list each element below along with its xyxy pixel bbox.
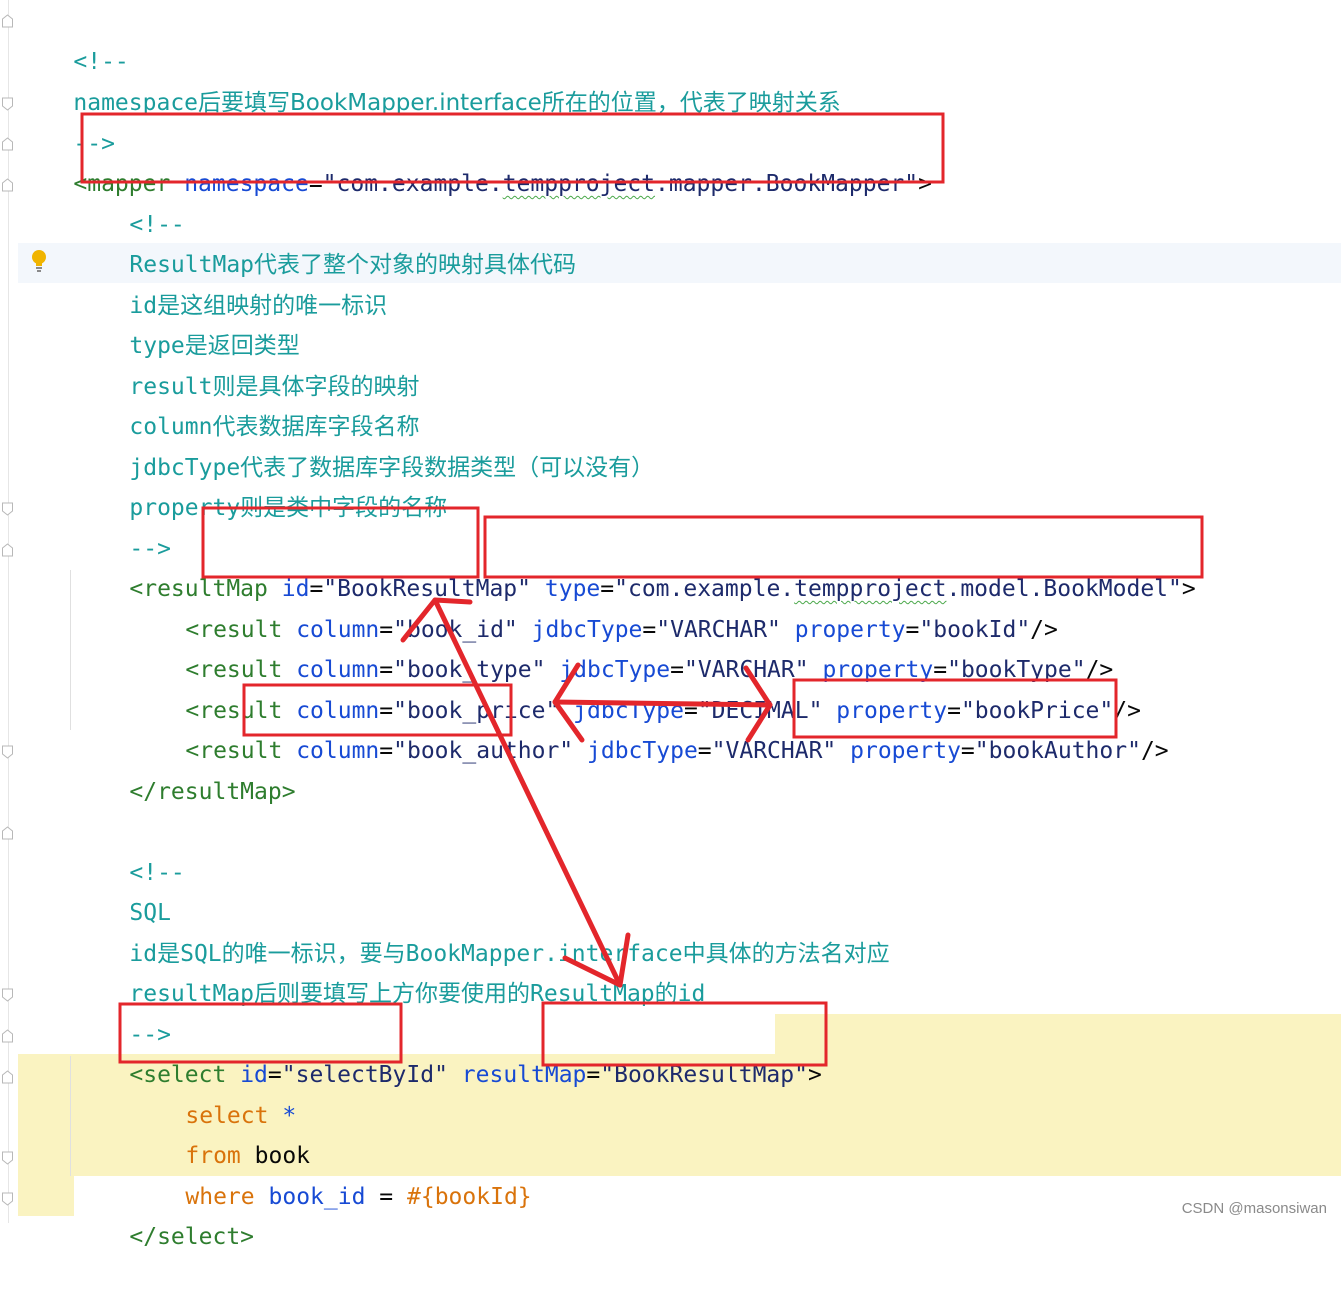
equals-sign: = [697, 738, 712, 764]
resultmap-value: "BookResultMap" [600, 1062, 808, 1088]
code-line[interactable]: from book [130, 1096, 310, 1169]
comment-text: 则是类中字段的名称 [240, 495, 448, 521]
fold-open-icon[interactable] [1, 178, 14, 192]
code-line[interactable]: resultMap后则要填写上方你要使用的ResultMap的id [74, 934, 705, 1007]
comment-word: id [677, 981, 706, 1007]
equals-sign: = [379, 738, 394, 764]
lightbulb-icon[interactable] [30, 249, 48, 273]
namespace-value-suffix: .mapper.BookMapper" [655, 171, 919, 197]
code-line[interactable]: ResultMap代表了整个对象的映射具体代码 [74, 205, 576, 278]
tag-close: > [807, 1062, 822, 1088]
code-line[interactable]: <result column="book_author" jdbcType="V… [130, 691, 1168, 764]
sql-column: book_id [268, 1184, 366, 1210]
jdbc-attr: jdbcType [587, 738, 698, 764]
fold-open-icon[interactable] [1, 1070, 14, 1084]
indent-guide [70, 570, 71, 730]
select-close-tag: </select> [129, 1224, 255, 1250]
comment-text: 的 [654, 981, 678, 1007]
text-selection [775, 1014, 1341, 1054]
code-line[interactable]: namespace后要填写BookMapper.interface所在的位置，代… [18, 43, 840, 116]
text-selection [18, 1176, 74, 1216]
indent-guide [70, 1056, 71, 1176]
column-attr: column [296, 738, 380, 764]
code-line[interactable]: <resultMap id="BookResultMap" type="com.… [74, 529, 1195, 602]
property-attr: property [850, 738, 961, 764]
code-line[interactable]: <result column="book_price" jdbcType="DE… [130, 651, 1141, 724]
namespace-value-squiggle: tempproject [502, 171, 656, 197]
sql-operator: = [379, 1184, 394, 1210]
code-line[interactable]: <result column="book_type" jdbcType="VAR… [130, 610, 1113, 683]
comment-text: 后要填写BookMapper.interface所在的位置，代表了映射关系 [198, 90, 841, 116]
fold-open-icon[interactable] [1, 137, 14, 151]
tag-close: > [918, 171, 932, 197]
comment-text: 中具体的方法名对应 [682, 941, 890, 967]
jdbc-value: "VARCHAR" [711, 738, 837, 764]
code-line[interactable]: <!-- [18, 2, 128, 75]
tag-close: > [1181, 576, 1196, 602]
fold-close-icon[interactable] [1, 502, 14, 516]
tag-close: /> [1140, 738, 1169, 764]
code-line[interactable]: --> [18, 84, 115, 157]
fold-close-icon[interactable] [1, 988, 14, 1002]
namespace-value-prefix: "com.example. [322, 171, 503, 197]
code-line[interactable]: <result column="book_id" jdbcType="VARCH… [130, 570, 1057, 643]
comment-text: 后则要填写上方你要使用的 [254, 981, 531, 1007]
code-editor[interactable]: <!-- namespace后要填写BookMapper.interface所在… [0, 0, 1341, 1250]
sql-parameter: #{bookId} [407, 1184, 532, 1210]
code-line[interactable]: jdbcType代表了数据库字段数据类型（可以没有） [74, 408, 654, 481]
code-line[interactable]: <select id="selectById" resultMap="BookR… [74, 1015, 821, 1088]
property-value: "bookAuthor" [974, 738, 1141, 764]
fold-open-icon[interactable] [1, 14, 14, 28]
code-line[interactable]: select * [130, 1056, 296, 1129]
namespace-attr: namespace [184, 171, 309, 197]
code-line[interactable]: id是SQL的唯一标识，要与BookMapper.interface中具体的方法… [74, 894, 889, 967]
equals-sign: = [960, 738, 975, 764]
resultmap-close-tag: </resultMap> [129, 779, 296, 805]
code-line[interactable]: result则是具体字段的映射 [74, 327, 419, 400]
resultmap-attr: resultMap [461, 1062, 587, 1088]
code-line[interactable]: <!-- [74, 813, 184, 886]
fold-open-icon[interactable] [1, 1029, 14, 1043]
code-line[interactable]: <mapper namespace="com.example.tempproje… [18, 124, 932, 197]
code-line[interactable]: </resultMap> [74, 732, 295, 805]
column-value: "book_author" [393, 738, 574, 764]
code-line[interactable]: SQL [74, 853, 171, 926]
fold-open-icon[interactable] [1, 826, 14, 840]
code-line[interactable]: </select> [74, 1177, 254, 1250]
fold-open-icon[interactable] [1, 543, 14, 557]
id-value: "selectById" [281, 1062, 448, 1088]
fold-close-icon[interactable] [1, 745, 14, 759]
fold-close-icon[interactable] [1, 97, 14, 111]
fold-close-icon[interactable] [1, 1151, 14, 1165]
code-line[interactable]: column代表数据库字段名称 [74, 367, 419, 440]
code-line[interactable]: <!-- [74, 165, 184, 238]
equals-sign: = [586, 1062, 601, 1088]
comment-word: ResultMap [530, 981, 655, 1007]
watermark: CSDN @masonsiwan [1181, 1200, 1327, 1217]
code-line[interactable]: id是这组映射的唯一标识 [74, 246, 387, 319]
code-line[interactable]: --> [74, 489, 171, 562]
code-line[interactable]: where book_id = #{bookId} [130, 1137, 531, 1210]
code-line[interactable]: type是返回类型 [74, 286, 299, 359]
fold-close-icon[interactable] [1, 1192, 14, 1206]
code-line[interactable]: --> [74, 975, 171, 1048]
equals-sign: = [308, 171, 323, 197]
code-line[interactable]: property则是类中字段的名称 [74, 448, 447, 521]
